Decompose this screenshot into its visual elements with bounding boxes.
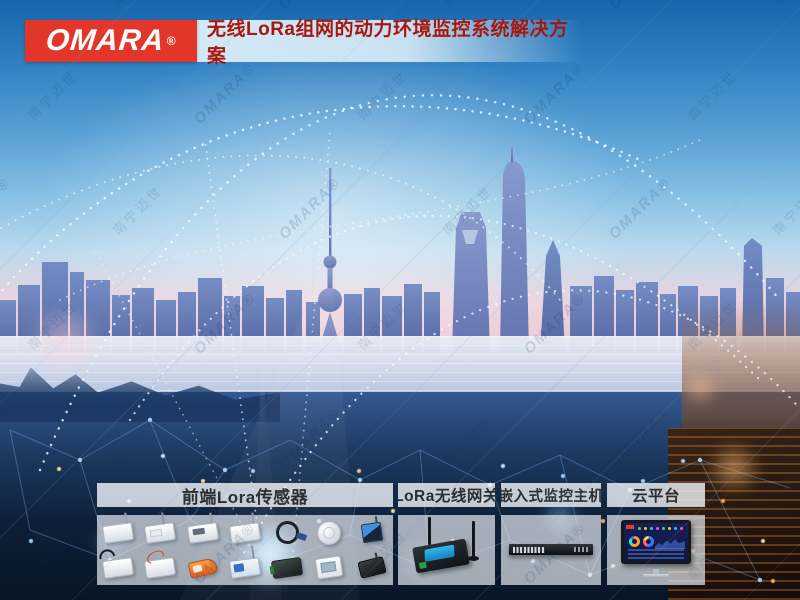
wired-temperature-sensor-icon <box>144 557 176 579</box>
cloud-dashboard-monitor <box>621 520 691 564</box>
status-dots-icon <box>638 527 641 530</box>
monitor-base <box>643 574 669 578</box>
panel-sensors: 前端Lora传感器 <box>97 483 393 585</box>
cube-camera-sensor-icon <box>360 522 382 544</box>
donut-chart-icon <box>643 536 654 547</box>
title-strip: 无线LoRa组网的动力环境监控系统解决方案 <box>197 20 582 62</box>
clamp-current-sensor-icon <box>187 557 218 578</box>
wireless-lora-sensor <box>224 515 266 550</box>
panel-gateway-header: LoRa无线网关 <box>398 483 495 507</box>
smoke-detector-icon <box>316 519 343 546</box>
din-rail-lora-node-icon <box>229 557 261 579</box>
panel-sensors-header: 前端Lora传感器 <box>97 483 393 507</box>
black-box-device-icon <box>357 556 386 579</box>
panel-host: 嵌入式监控主机 <box>501 483 601 585</box>
table-row <box>628 553 684 556</box>
cloud-product-box <box>607 515 705 585</box>
sensor-product-grid <box>97 515 393 585</box>
registered-mark-icon: ® <box>167 34 176 48</box>
water-leak-rope-sensor <box>266 515 308 550</box>
probe-cable-sensor-icon <box>102 557 134 579</box>
brand-logo: OMARA® <box>25 20 197 62</box>
warm-glow <box>680 368 720 408</box>
dashboard-screen <box>624 523 688 561</box>
panel-gateway-label: LoRa无线网关 <box>398 484 495 506</box>
panel-cloud-label: 云平台 <box>632 484 680 506</box>
sensor-with-display <box>182 515 224 550</box>
brand-logo-text: OMARA <box>45 26 166 56</box>
host-product-box <box>501 515 601 585</box>
temperature-humidity-sensor <box>97 515 139 550</box>
din-rail-lora-node <box>224 550 266 585</box>
horizon-glow <box>20 310 110 370</box>
page-title: 无线LoRa组网的动力环境监控系统解决方案 <box>197 14 582 68</box>
panel-sensors-label: 前端Lora传感器 <box>182 483 308 507</box>
table-row <box>628 549 684 552</box>
smoke-detector <box>308 515 350 550</box>
wireless-lora-sensor-icon <box>229 522 261 544</box>
sensor-with-display-icon <box>187 522 219 544</box>
donut-chart-icon <box>629 536 640 547</box>
wall-mount-controller-icon <box>315 555 344 579</box>
gateway-product-box <box>398 515 495 585</box>
gateway-antenna-icon <box>428 517 431 545</box>
lora-gateway-device <box>412 539 470 574</box>
io-module <box>266 550 308 585</box>
wired-temperature-sensor <box>139 550 181 585</box>
warm-glow <box>706 440 762 496</box>
solution-poster: OMARA® 无线LoRa组网的动力环境监控系统解决方案 前端Lora传感器 L… <box>0 0 800 600</box>
area-chart-icon <box>655 536 685 549</box>
table-row <box>628 557 684 560</box>
panel-host-label: 嵌入式监控主机 <box>501 485 601 506</box>
temperature-humidity-sensor-icon <box>102 522 134 544</box>
panel-cloud: 云平台 <box>607 483 705 585</box>
cube-camera-sensor <box>351 515 393 550</box>
embedded-host-device <box>509 544 593 555</box>
lora-transmitter-sensor <box>139 515 181 550</box>
panel-cloud-header: 云平台 <box>607 483 705 507</box>
gateway-antenna-icon <box>472 521 475 557</box>
io-module-icon <box>271 557 303 579</box>
panel-host-header: 嵌入式监控主机 <box>501 483 601 507</box>
clamp-current-sensor <box>182 550 224 585</box>
panel-gateway: LoRa无线网关 <box>398 483 495 585</box>
wall-mount-controller <box>308 550 350 585</box>
water-leak-rope-sensor-icon <box>273 518 301 546</box>
probe-cable-sensor <box>97 550 139 585</box>
black-box-device <box>351 550 393 585</box>
lora-transmitter-sensor-icon <box>144 522 176 544</box>
